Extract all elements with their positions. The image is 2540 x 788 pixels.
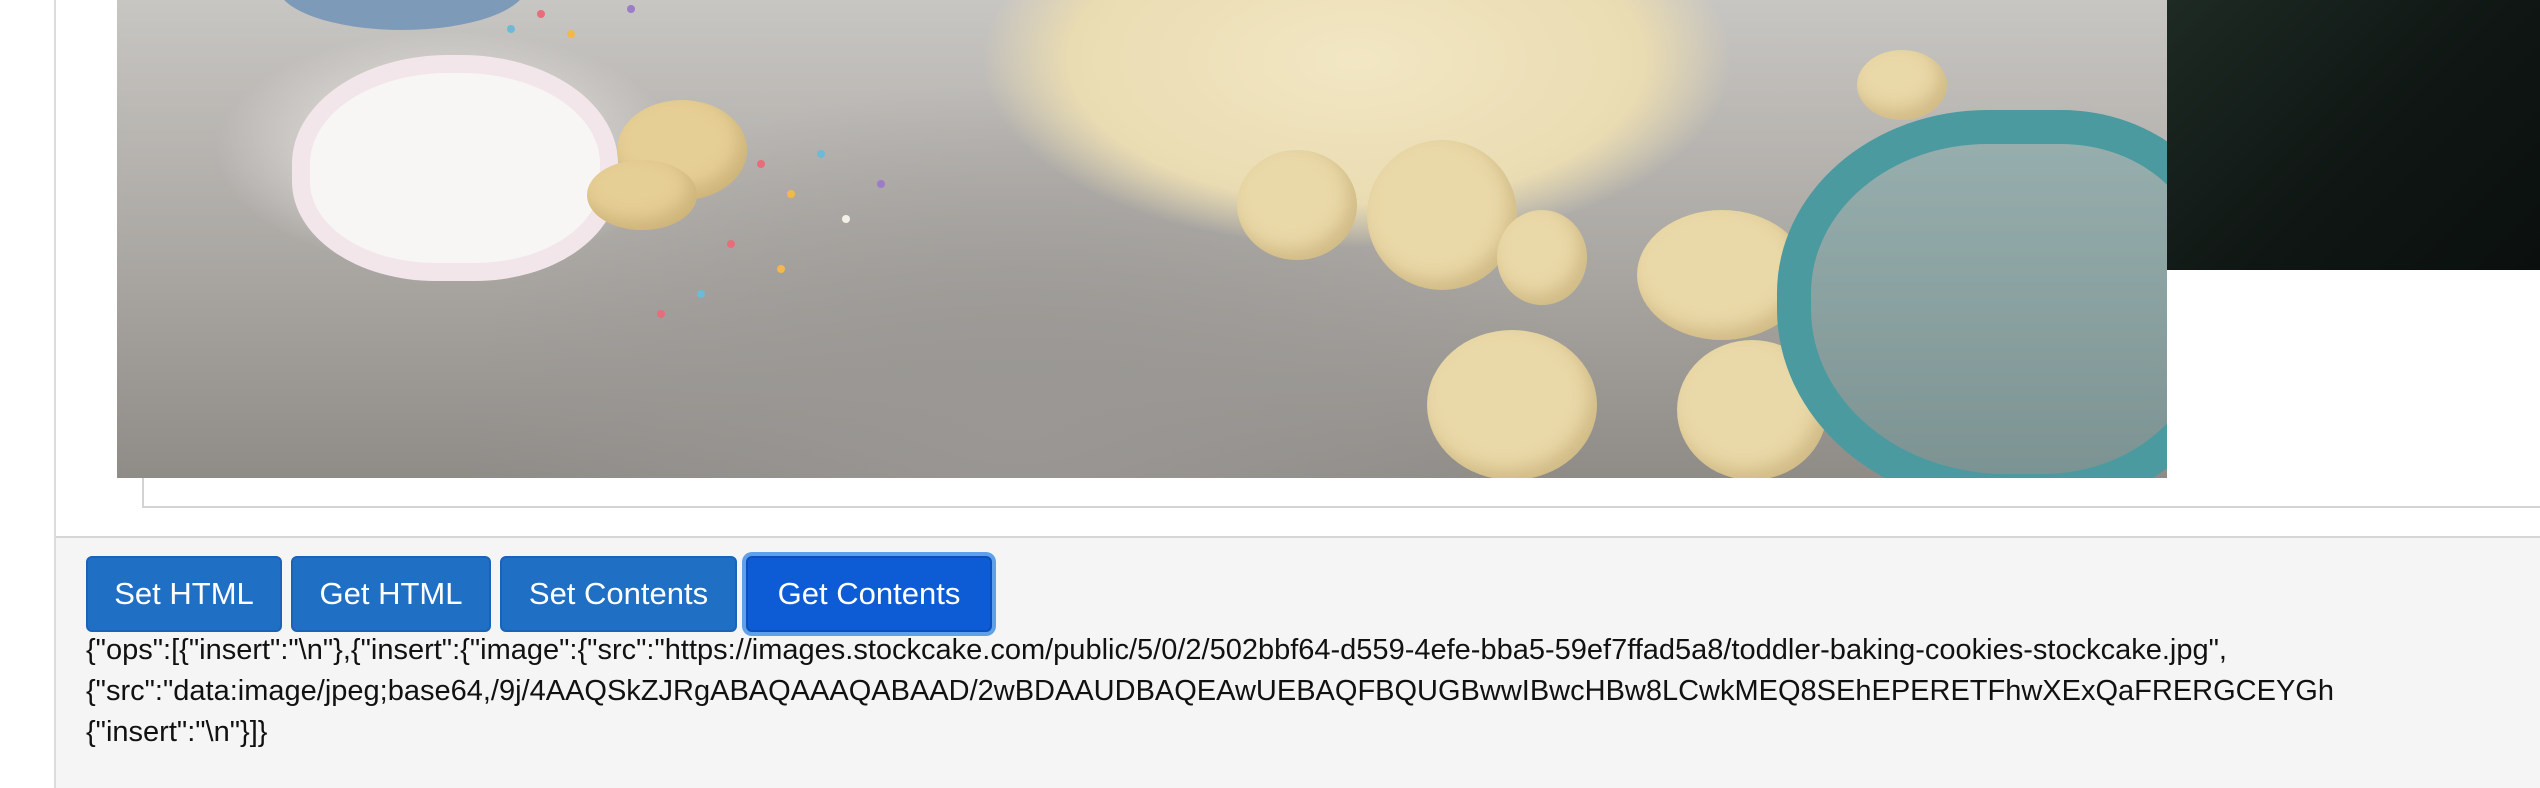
embedded-image-cookies[interactable] <box>117 0 2167 478</box>
get-html-button[interactable]: Get HTML <box>291 556 491 632</box>
page: Set HTML Get HTML Set Contents Get Conte… <box>0 0 2540 788</box>
cupcake-liner-shape <box>292 55 618 281</box>
set-html-button[interactable]: Set HTML <box>86 556 282 632</box>
get-contents-button[interactable]: Get Contents <box>746 556 992 632</box>
output-line: {"insert":"\n"}]} <box>86 716 268 748</box>
blue-bowl-shape <box>277 0 527 30</box>
dark-image-edge <box>2167 0 2540 270</box>
left-gutter <box>0 0 56 788</box>
output-line: {"ops":[{"insert":"\n"},{"insert":{"imag… <box>86 634 2227 666</box>
set-contents-button[interactable]: Set Contents <box>500 556 737 632</box>
teal-cookie-cutter-shape <box>1777 110 2167 478</box>
contents-output: {"ops":[{"insert":"\n"},{"insert":{"imag… <box>86 630 2540 753</box>
output-line: {"src":"data:image/jpeg;base64,/9j/4AAQS… <box>86 675 2334 707</box>
